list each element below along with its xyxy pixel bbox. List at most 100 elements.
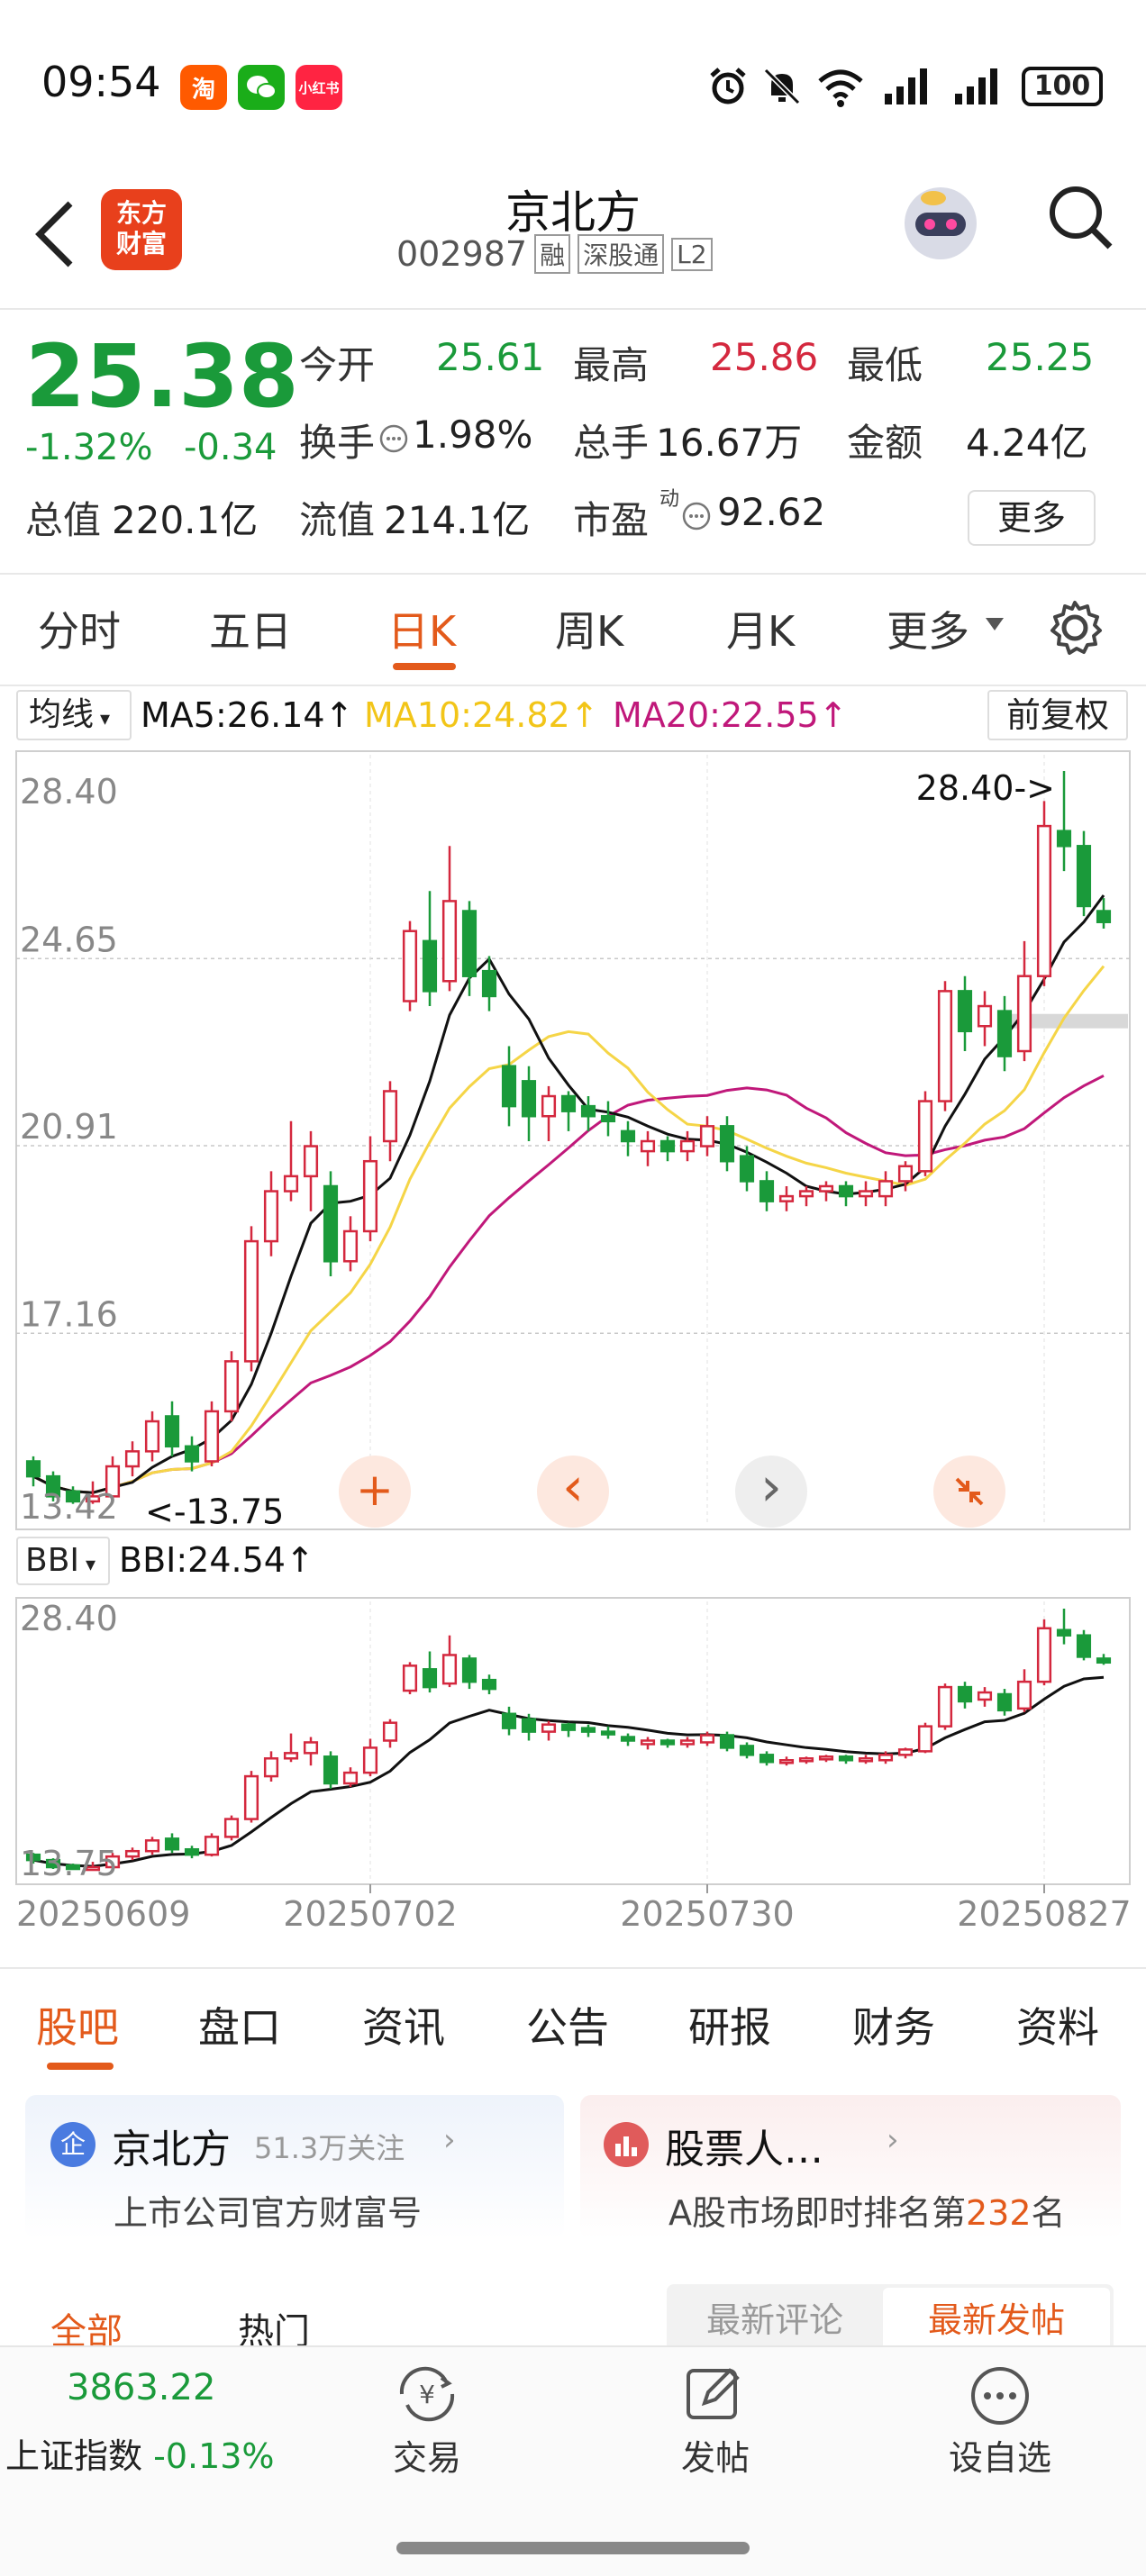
turnover-value: 1.98% xyxy=(413,413,533,457)
candle-up xyxy=(124,1450,141,1468)
candle-up xyxy=(441,900,458,983)
card-title: 京北方 xyxy=(112,2127,231,2172)
ma5-value: MA5:26.14↑ xyxy=(141,695,354,735)
gear-icon[interactable] xyxy=(1045,598,1105,661)
tab-pankou[interactable]: 盘口 xyxy=(198,1995,281,2054)
post-label[interactable]: 发帖 xyxy=(661,2430,769,2480)
sort-latest-post[interactable]: 最新发帖 xyxy=(883,2288,1110,2353)
candle-up xyxy=(858,1757,874,1763)
candle-up xyxy=(778,1194,795,1202)
candle-down xyxy=(739,1155,755,1183)
search-icon[interactable] xyxy=(1045,182,1117,258)
x-tick-label: 20250730 xyxy=(620,1894,794,1934)
candle-down xyxy=(739,1745,755,1756)
tab-guba[interactable]: 股吧 xyxy=(36,1995,119,2054)
scroll-right-button[interactable]: › xyxy=(735,1456,807,1528)
candle-up xyxy=(144,1839,160,1853)
amount-value: 4.24亿 xyxy=(966,421,1088,465)
trade-icon[interactable]: ¥ xyxy=(391,2365,463,2426)
candle-up xyxy=(342,1229,359,1263)
tab-weekly-k[interactable]: 周K xyxy=(555,599,623,658)
official-account-card[interactable]: 企 京北方 51.3万关注 › 上市公司官方财富号 xyxy=(25,2095,564,2239)
tab-profile[interactable]: 资料 xyxy=(1016,1995,1099,2054)
open-label: 今开 xyxy=(299,343,376,387)
x-tick-label: 20250702 xyxy=(283,1894,457,1934)
candle-down xyxy=(996,1692,1013,1712)
more-button[interactable]: 更多 xyxy=(968,490,1096,546)
index-label[interactable]: 上证指数 -0.13% xyxy=(5,2428,275,2478)
x-tick-label: 20250827 xyxy=(957,1894,1131,1934)
candle-up xyxy=(243,1774,259,1820)
robot-assistant-icon[interactable] xyxy=(897,180,984,267)
candle-down xyxy=(659,1739,676,1746)
candle-up xyxy=(818,1755,834,1761)
x-tick-label: 20250609 xyxy=(16,1894,190,1934)
mute-icon xyxy=(760,65,804,112)
volume-label: 总手 xyxy=(573,421,650,465)
card-subtitle: 上市公司官方财富号 xyxy=(114,2193,423,2233)
candle-down xyxy=(1076,845,1092,908)
alarm-icon xyxy=(706,65,750,112)
candle-up xyxy=(283,1175,299,1193)
bbi-selector-label: BBI xyxy=(25,1542,80,1579)
candle-down xyxy=(580,1104,596,1118)
signal-icon xyxy=(883,67,933,110)
more-circle-icon[interactable] xyxy=(969,2365,1031,2430)
info-icon[interactable] xyxy=(378,423,409,458)
candle-up xyxy=(897,1748,914,1756)
tab-more[interactable]: 更多 xyxy=(887,599,969,658)
tab-announcements[interactable]: 公告 xyxy=(526,1995,609,2054)
chart-frame xyxy=(15,750,1131,1530)
candle-down xyxy=(184,1847,200,1856)
volume-value: 16.67万 xyxy=(656,421,803,465)
price: 25.38 xyxy=(25,326,299,427)
trade-label[interactable]: 交易 xyxy=(373,2430,481,2480)
pe-info-icon[interactable] xyxy=(681,501,712,535)
candle-up xyxy=(878,1754,894,1762)
candle-down xyxy=(1096,1657,1112,1664)
candle-up xyxy=(382,1721,398,1742)
ranking-card[interactable]: 股票人… › A股市场即时排名第232名 xyxy=(580,2095,1121,2239)
tab-daily-k[interactable]: 日K xyxy=(387,599,456,658)
bbi-chart-frame xyxy=(15,1597,1131,1885)
collapse-button[interactable] xyxy=(933,1456,1005,1528)
tab-research[interactable]: 研报 xyxy=(688,1995,771,2054)
candle-down xyxy=(838,1184,854,1198)
candle-down xyxy=(996,1010,1013,1057)
edit-post-icon[interactable] xyxy=(683,2365,746,2426)
ma-selector[interactable]: 均线 ▾ xyxy=(16,690,132,740)
mktcap-value: 220.1亿 xyxy=(112,498,259,542)
candle-up xyxy=(937,1685,953,1728)
amount-label: 金额 xyxy=(847,421,923,465)
home-indicator xyxy=(396,2542,750,2554)
scroll-left-button[interactable]: ‹ xyxy=(537,1456,609,1528)
candle-up xyxy=(263,1190,279,1243)
zoom-in-button[interactable]: + xyxy=(339,1456,411,1528)
index-value[interactable]: 3863.22 xyxy=(67,2367,215,2408)
bbi-selector[interactable]: BBI ▾ xyxy=(16,1537,110,1585)
bbi-chart[interactable]: 28.40 13.75 20250609 20250702 20250730 202508… xyxy=(0,1591,1146,1969)
candle-down xyxy=(481,1678,497,1691)
tab-news[interactable]: 资讯 xyxy=(362,1995,445,2054)
candle-down xyxy=(501,1712,517,1729)
tab-monthly-k[interactable]: 月K xyxy=(726,599,795,658)
pe-value: 92.62 xyxy=(717,490,826,534)
ma20-value: MA20:22.55↑ xyxy=(613,695,848,735)
candle-up xyxy=(858,1190,874,1198)
tab-five-day[interactable]: 五日 xyxy=(209,599,292,658)
open-value: 25.61 xyxy=(436,335,545,379)
tab-finance[interactable]: 财务 xyxy=(852,1995,935,2054)
mktcap-label: 总值 xyxy=(25,498,102,542)
candle-up xyxy=(382,1090,398,1143)
adjust-button[interactable]: 前复权 xyxy=(987,690,1128,740)
candle-down xyxy=(560,1094,577,1112)
candle-up xyxy=(541,1723,557,1733)
candle-up xyxy=(223,1818,240,1838)
candlestick-chart[interactable]: 28.40 24.65 20.91 17.16 13.42 28.40-> <-13.75 xyxy=(0,744,1146,1537)
candle-up xyxy=(144,1420,160,1453)
tab-intraday[interactable]: 分时 xyxy=(38,599,121,658)
candle-up xyxy=(263,1757,279,1778)
card-title: 股票人… xyxy=(665,2127,823,2172)
watchlist-label[interactable]: 设自选 xyxy=(937,2430,1063,2480)
candle-down xyxy=(957,1685,973,1703)
